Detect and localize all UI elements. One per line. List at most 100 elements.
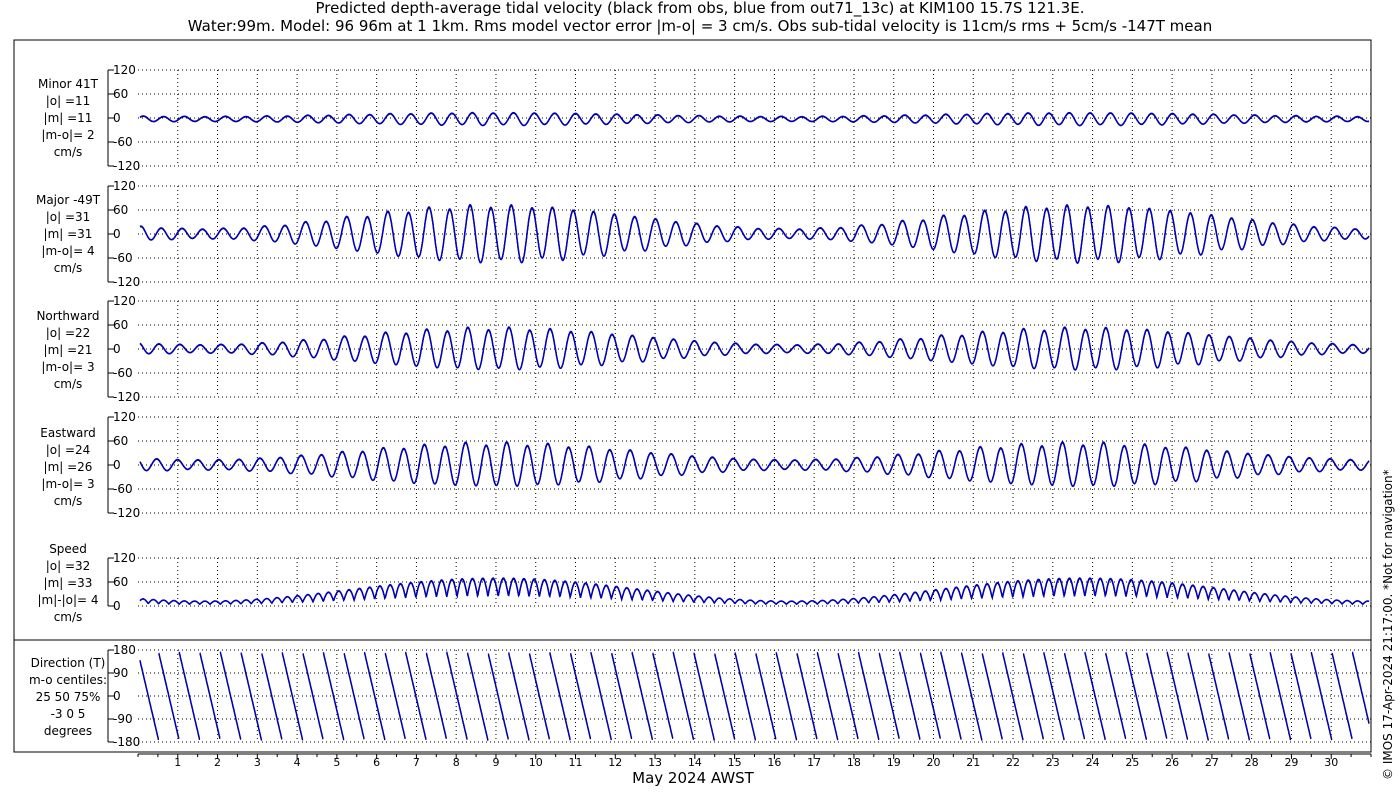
watermark-text: © IMOS 17-Apr-2024 21:17:00. *Not for na… xyxy=(1381,469,1395,780)
panel-label-minor-2: |m| =11 xyxy=(44,111,93,125)
x-axis-label: May 2024 AWST xyxy=(632,769,755,787)
panel-label-eastward-0: Eastward xyxy=(40,426,95,440)
y-tick-label-direction-2: 0 xyxy=(113,689,121,703)
x-tick-label-21: 22 xyxy=(1006,756,1020,769)
panel-label-northward-2: |m| =21 xyxy=(44,343,93,357)
y-tick-label-major-2: 0 xyxy=(113,227,121,241)
panel-label-northward-3: |m-o|= 3 xyxy=(41,360,94,374)
y-tick-label-speed-0: 120 xyxy=(113,551,136,565)
panel-minor: 120 60 0 -60 -120 Minor 41T |o| =11 |m| =11 |m-o… xyxy=(38,63,1371,173)
y-tick-label-major-4: -120 xyxy=(113,275,140,289)
panel-northward: 120 60 0 -60 -120 Northward |o| =22 |m| =21 |m-o… xyxy=(36,294,1371,404)
x-tick-label-2: 3 xyxy=(254,756,261,769)
y-tick-label-eastward-2: 0 xyxy=(113,458,121,472)
x-tick-label-15: 16 xyxy=(767,756,781,769)
panel-speed: 120 60 0 Speed |o| =32 |m| =33 |m|-|o|= 4 cm/s xyxy=(37,542,1371,624)
y-tick-label-northward-2: 0 xyxy=(113,342,121,356)
x-tick-label-8: 9 xyxy=(492,756,499,769)
y-tick-label-northward-1: 60 xyxy=(113,318,128,332)
panel-label-eastward-3: |m-o|= 3 xyxy=(41,477,94,491)
y-tick-label-northward-0: 120 xyxy=(113,294,136,308)
x-tick-label-29: 30 xyxy=(1324,756,1338,769)
y-tick-label-northward-4: -120 xyxy=(113,390,140,404)
y-tick-label-major-3: -60 xyxy=(113,251,133,265)
panel-eastward: 120 60 0 -60 -120 Eastward |o| =24 |m| =26 |m-o|… xyxy=(40,410,1371,520)
x-tick-label-28: 29 xyxy=(1284,756,1298,769)
panel-label-major-1: |o| =31 xyxy=(46,210,91,224)
panel-label-eastward-4: cm/s xyxy=(54,494,83,508)
panel-label-major-3: |m-o|= 4 xyxy=(41,244,94,258)
y-tick-label-eastward-0: 120 xyxy=(113,410,136,424)
y-tick-label-minor-4: -120 xyxy=(113,159,140,173)
x-tick-label-12: 13 xyxy=(648,756,662,769)
y-tick-label-major-1: 60 xyxy=(113,203,128,217)
x-tick-label-3: 4 xyxy=(294,756,301,769)
x-tick-label-16: 17 xyxy=(807,756,821,769)
y-tick-label-direction-3: -90 xyxy=(113,712,133,726)
x-tick-label-26: 27 xyxy=(1205,756,1219,769)
x-tick-label-27: 28 xyxy=(1245,756,1259,769)
panel-label-minor-3: |m-o|= 2 xyxy=(41,128,94,142)
x-tick-label-13: 14 xyxy=(688,756,702,769)
x-tick-label-11: 12 xyxy=(608,756,622,769)
panel-label-minor-4: cm/s xyxy=(54,145,83,159)
y-tick-label-major-0: 120 xyxy=(113,179,136,193)
panel-label-direction-3: -3 0 5 xyxy=(51,707,86,721)
panel-label-northward-4: cm/s xyxy=(54,377,83,391)
x-tick-label-10: 11 xyxy=(569,756,583,769)
x-tick-label-1: 2 xyxy=(214,756,221,769)
x-axis: 1 2 3 4 5 6 7 8 9 10 11 12 13 14 15 16 17 18 19 20 21 22 23 24 2… xyxy=(137,753,1372,769)
panel-label-speed-1: |o| =32 xyxy=(46,559,91,573)
y-tick-label-direction-0: 180 xyxy=(113,643,136,657)
model-series-eastward xyxy=(139,441,1370,488)
panel-label-direction-2: 25 50 75% xyxy=(36,690,101,704)
x-tick-label-0: 1 xyxy=(174,756,181,769)
y-tick-label-direction-4: -180 xyxy=(113,735,140,749)
panel-label-direction-4: degrees xyxy=(44,724,92,738)
x-tick-label-17: 18 xyxy=(847,756,861,769)
panel-label-eastward-2: |m| =26 xyxy=(44,460,93,474)
panel-label-northward-0: Northward xyxy=(36,309,99,323)
y-tick-label-eastward-3: -60 xyxy=(113,482,133,496)
x-tick-label-20: 21 xyxy=(966,756,980,769)
x-tick-label-6: 7 xyxy=(413,756,420,769)
x-tick-label-23: 24 xyxy=(1086,756,1100,769)
x-tick-label-18: 19 xyxy=(887,756,901,769)
y-tick-label-speed-1: 60 xyxy=(113,575,128,589)
x-tick-label-25: 26 xyxy=(1165,756,1179,769)
panel-direction: 180 90 0 -90 -180 Direction (T) m-o centiles: 2… xyxy=(29,643,1371,749)
panel-label-direction-1: m-o centiles: xyxy=(29,673,107,687)
panel-label-speed-0: Speed xyxy=(49,542,87,556)
panel-label-major-0: Major -49T xyxy=(36,193,101,207)
panel-label-direction-0: Direction (T) xyxy=(31,656,106,670)
y-tick-label-minor-2: 0 xyxy=(113,111,121,125)
panel-label-speed-4: cm/s xyxy=(54,610,83,624)
x-tick-label-4: 5 xyxy=(333,756,340,769)
y-tick-label-minor-0: 120 xyxy=(113,63,136,77)
panel-label-speed-3: |m|-|o|= 4 xyxy=(37,593,98,607)
panel-label-minor-0: Minor 41T xyxy=(38,77,99,91)
panel-label-northward-1: |o| =22 xyxy=(46,326,91,340)
panel-label-major-2: |m| =31 xyxy=(44,227,93,241)
y-tick-label-minor-3: -60 xyxy=(113,135,133,149)
x-tick-label-22: 23 xyxy=(1046,756,1060,769)
panel-label-speed-2: |m| =33 xyxy=(44,576,93,590)
y-tick-label-minor-1: 60 xyxy=(113,87,128,101)
x-tick-label-19: 20 xyxy=(926,756,940,769)
x-tick-label-7: 8 xyxy=(453,756,460,769)
x-tick-label-14: 15 xyxy=(728,756,742,769)
x-tick-label-9: 10 xyxy=(529,756,543,769)
x-tick-label-24: 25 xyxy=(1125,756,1139,769)
y-tick-label-direction-1: 90 xyxy=(113,666,128,680)
panel-label-minor-1: |o| =11 xyxy=(46,94,91,108)
y-tick-label-speed-2: 0 xyxy=(113,599,121,613)
y-tick-label-northward-3: -60 xyxy=(113,366,133,380)
tidal-velocity-figure: 120600-60-120Minor 41T|o| =11|m| =11|m-o… xyxy=(13,39,1395,787)
panels: 120 60 0 -60 -120 Minor 41T |o| =11 |m| =11 |m-o… xyxy=(29,63,1371,749)
panel-label-eastward-1: |o| =24 xyxy=(46,443,91,457)
x-tick-label-5: 6 xyxy=(373,756,380,769)
panel-major: 120 60 0 -60 -120 Major -49T |o| =31 |m| =31 |m-… xyxy=(36,179,1371,289)
panel-label-major-4: cm/s xyxy=(54,261,83,275)
y-tick-label-eastward-1: 60 xyxy=(113,434,128,448)
y-tick-label-eastward-4: -120 xyxy=(113,506,140,520)
